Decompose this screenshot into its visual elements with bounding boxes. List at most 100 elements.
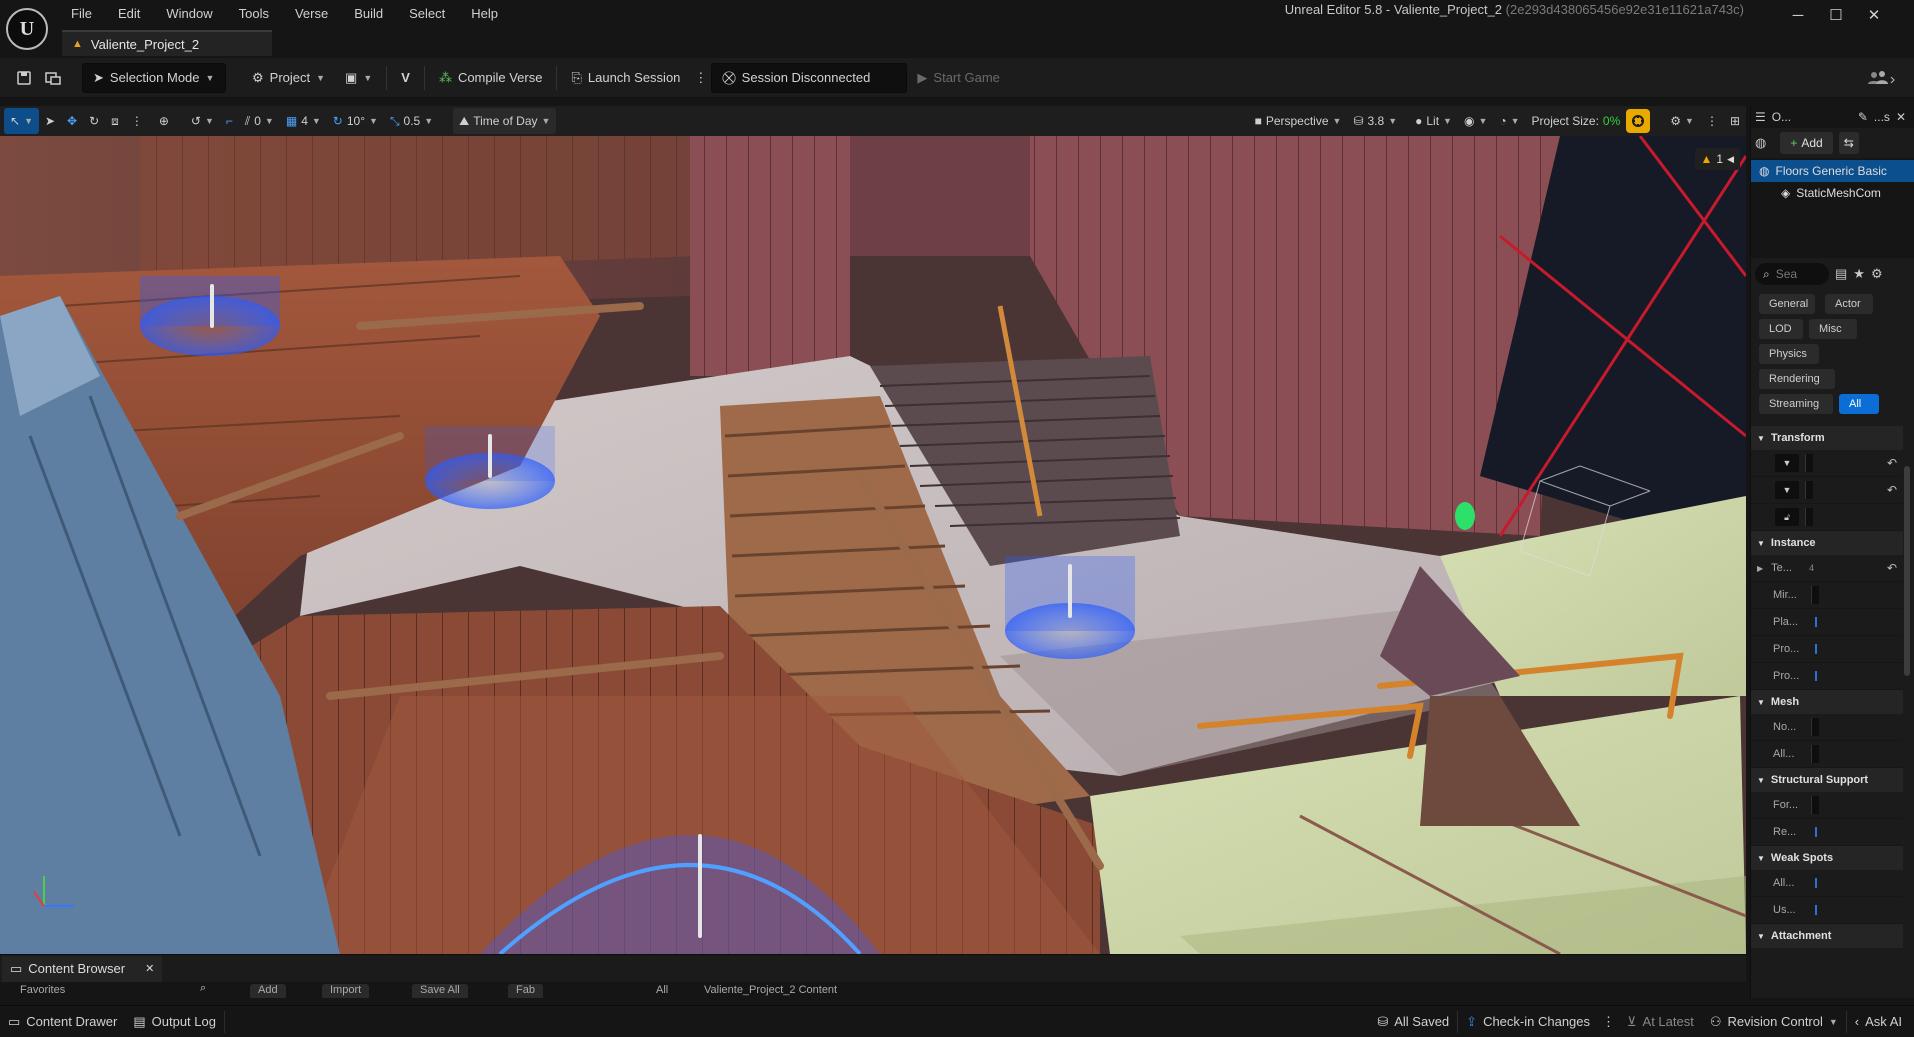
property-value[interactable] bbox=[1815, 671, 1817, 681]
perspective-dropdown[interactable]: ■ Perspective ▼ bbox=[1249, 108, 1348, 134]
ask-ai-button[interactable]: ‹ Ask AI bbox=[1847, 1007, 1910, 1037]
scale-snap[interactable]: ⤡ 0.5 ▼ bbox=[384, 108, 439, 134]
menu-edit[interactable]: Edit bbox=[105, 0, 153, 28]
more-tools-icon[interactable]: ⋮ bbox=[125, 108, 149, 134]
property-value[interactable] bbox=[1811, 586, 1819, 604]
compile-verse-button[interactable]: ⁂ Compile Verse bbox=[429, 63, 553, 93]
cb-add-button[interactable]: Add bbox=[250, 984, 286, 998]
viewport-warning-badge[interactable]: ▲ 1 ◀ bbox=[1694, 148, 1740, 170]
menu-help[interactable]: Help bbox=[458, 0, 511, 28]
filter-all[interactable]: All bbox=[1839, 394, 1879, 414]
menu-tools[interactable]: Tools bbox=[226, 0, 282, 28]
view-mode-dropdown[interactable]: ● Lit ▼ bbox=[1409, 108, 1458, 134]
grid-size[interactable]: ▦ 4 ▼ bbox=[280, 108, 327, 134]
tab-details[interactable]: ...s bbox=[1874, 110, 1890, 124]
camera-speed-dropdown[interactable]: ⛁ 3.8 ▼ bbox=[1347, 108, 1403, 134]
path-all[interactable]: All bbox=[656, 984, 668, 996]
section-transform[interactable]: ▼ Transform bbox=[1751, 426, 1903, 450]
lock-icon[interactable]: 🔓︎ bbox=[1775, 508, 1799, 526]
translate-icon[interactable]: ✥ bbox=[61, 108, 83, 134]
table-view-icon[interactable]: ▤ bbox=[1835, 266, 1847, 282]
verse-button[interactable]: V bbox=[391, 63, 420, 93]
property-value[interactable] bbox=[1805, 481, 1813, 499]
reset-icon[interactable]: ↶ bbox=[1887, 561, 1897, 575]
performance-dropdown[interactable]: ◔ ▼ bbox=[1493, 108, 1525, 134]
menu-build[interactable]: Build bbox=[341, 0, 396, 28]
grid-snap[interactable]: ⫽ 0 ▼ bbox=[239, 108, 280, 134]
tab-outliner[interactable]: O... bbox=[1772, 110, 1791, 124]
menu-window[interactable]: Window bbox=[153, 0, 225, 28]
close-tab-icon[interactable]: ✕ bbox=[145, 962, 154, 975]
filter-rendering[interactable]: Rendering bbox=[1759, 369, 1835, 389]
rotation-dropdown[interactable]: ▼ bbox=[1775, 481, 1799, 499]
more-options-icon[interactable]: ⋮ bbox=[690, 63, 711, 93]
check-in-button[interactable]: ⇪ Check-in Changes bbox=[1458, 1007, 1598, 1037]
scale-icon[interactable]: ⧈ bbox=[105, 108, 125, 134]
section-mesh[interactable]: ▼ Mesh bbox=[1751, 690, 1903, 714]
level-viewport[interactable]: ▲ 1 ◀ bbox=[0, 136, 1746, 954]
filter-streaming[interactable]: Streaming bbox=[1759, 394, 1833, 414]
select-tool-dropdown[interactable]: ↖ ▼ bbox=[4, 108, 39, 134]
property-value[interactable] bbox=[1815, 617, 1817, 627]
outliner-item[interactable]: ◈ StaticMeshCom bbox=[1751, 182, 1914, 204]
reset-icon[interactable]: ↶ bbox=[1887, 483, 1897, 497]
translate-snap[interactable]: ⌐ bbox=[220, 108, 239, 134]
details-search-input[interactable]: ⌕ Sea bbox=[1755, 263, 1829, 285]
filter-lod[interactable]: LOD bbox=[1759, 319, 1803, 339]
rotation-snap[interactable]: ↻ 10° ▼ bbox=[327, 108, 384, 134]
filter-physics[interactable]: Physics bbox=[1759, 344, 1819, 364]
selection-mode-dropdown[interactable]: ➤ Selection Mode ▼ bbox=[82, 62, 226, 93]
unreal-logo[interactable]: U bbox=[6, 8, 48, 50]
menu-select[interactable]: Select bbox=[396, 0, 458, 28]
output-log-button[interactable]: ▤ Output Log bbox=[125, 1007, 224, 1037]
add-button[interactable]: + Add bbox=[1780, 132, 1833, 154]
property-value[interactable] bbox=[1805, 508, 1813, 526]
section-weak-spots[interactable]: ▼ Weak Spots bbox=[1751, 846, 1903, 870]
start-game-button[interactable]: ▶ Start Game bbox=[907, 63, 1009, 93]
statusbar-more-icon[interactable]: ⋮ bbox=[1598, 1007, 1619, 1037]
maximize-button[interactable]: ☐ bbox=[1818, 2, 1854, 28]
close-window-button[interactable]: ✕ bbox=[1856, 2, 1892, 28]
property-value[interactable] bbox=[1805, 454, 1813, 472]
search-icon[interactable]: ⌕ bbox=[200, 982, 206, 995]
property-value[interactable] bbox=[1815, 905, 1817, 915]
property-value[interactable] bbox=[1815, 644, 1817, 654]
menu-file[interactable]: File bbox=[58, 0, 105, 28]
world-local-icon[interactable]: ⊕ bbox=[153, 108, 175, 134]
details-scrollbar[interactable] bbox=[1904, 466, 1910, 676]
layout-icon[interactable]: ⊞ bbox=[1724, 108, 1746, 134]
star-icon[interactable]: ★ bbox=[1853, 266, 1865, 282]
all-saved-button[interactable]: ⛁ All Saved bbox=[1369, 1007, 1457, 1037]
session-status[interactable]: ⛒ Session Disconnected bbox=[711, 62, 908, 93]
realtime-toggle-icon[interactable] bbox=[1626, 109, 1651, 133]
filter-actor[interactable]: Actor bbox=[1825, 294, 1873, 314]
viewport-more-icon[interactable]: ⋮ bbox=[1700, 108, 1724, 134]
property-value[interactable] bbox=[1815, 878, 1817, 888]
select-icon[interactable]: ➤ bbox=[39, 108, 61, 134]
property-value[interactable] bbox=[1811, 718, 1819, 736]
viewport-settings-dropdown[interactable]: ⚙ ▼ bbox=[1664, 108, 1700, 134]
section-attachment[interactable]: ▼ Attachment bbox=[1751, 924, 1903, 948]
tab-content-browser[interactable]: ▭ Content Browser ✕ bbox=[2, 955, 163, 982]
close-panel-icon[interactable]: ✕ bbox=[1896, 110, 1906, 124]
section-instance[interactable]: ▼ Instance bbox=[1751, 531, 1903, 555]
at-latest-status[interactable]: ⊻ At Latest bbox=[1619, 1007, 1702, 1037]
project-dropdown[interactable]: ⚙ Project ▼ bbox=[242, 63, 335, 93]
minimize-button[interactable]: ─ bbox=[1780, 2, 1816, 28]
time-of-day-dropdown[interactable]: ⛰ Time of Day ▼ bbox=[453, 108, 557, 134]
property-value[interactable] bbox=[1811, 796, 1819, 814]
blueprint-icon[interactable]: ⇆ bbox=[1838, 132, 1859, 154]
gear-icon[interactable]: ⚙ bbox=[1871, 266, 1883, 282]
filter-general[interactable]: General bbox=[1759, 294, 1815, 314]
property-value[interactable] bbox=[1815, 827, 1817, 837]
save-icon[interactable] bbox=[10, 63, 38, 93]
menu-verse[interactable]: Verse bbox=[282, 0, 341, 28]
reset-icon[interactable]: ↶ bbox=[1887, 456, 1897, 470]
cb-import-button[interactable]: Import bbox=[322, 984, 370, 998]
surface-snap-dropdown[interactable]: ↺ ▼ bbox=[185, 108, 220, 134]
rotate-icon[interactable]: ↻ bbox=[83, 108, 105, 134]
cb-save-all-button[interactable]: Save All bbox=[412, 984, 468, 998]
section-structural-support[interactable]: ▼ Structural Support bbox=[1751, 768, 1903, 792]
outliner-item[interactable]: ◍ Floors Generic Basic bbox=[1751, 160, 1914, 182]
project-tab[interactable]: ▲ Valiente_Project_2 bbox=[62, 30, 272, 56]
